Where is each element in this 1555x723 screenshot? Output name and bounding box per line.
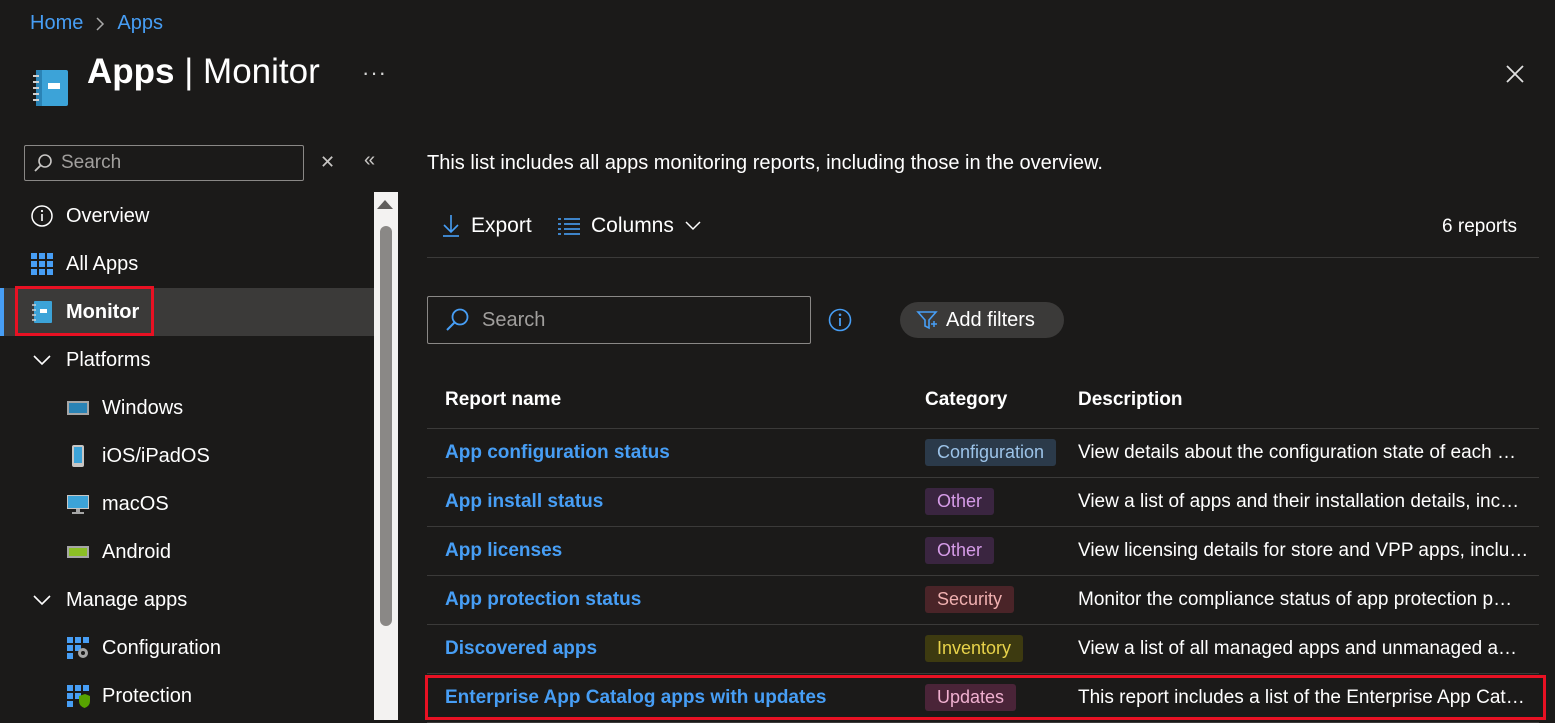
scrollbar-thumb[interactable]	[380, 226, 392, 626]
sidebar-search-placeholder: Search	[61, 152, 122, 173]
table-row[interactable]: App install status Other View a list of …	[427, 477, 1539, 527]
info-icon[interactable]	[828, 308, 852, 332]
add-filters-button[interactable]: Add filters	[900, 302, 1064, 338]
sidebar-item-all-apps[interactable]: All Apps	[0, 240, 374, 288]
intro-text: This list includes all apps monitoring r…	[427, 152, 1103, 174]
desktop-icon	[66, 492, 90, 516]
sidebar-item-label: Manage apps	[66, 588, 188, 611]
report-description: View licensing details for store and VPP…	[1078, 526, 1539, 576]
sidebar-item-windows[interactable]: Windows	[0, 384, 374, 432]
column-header-description[interactable]: Description	[1078, 372, 1539, 429]
column-header-report-name[interactable]: Report name	[427, 372, 925, 429]
report-link[interactable]: App configuration status	[445, 442, 670, 463]
grid-icon	[30, 252, 54, 276]
chevron-down-icon	[685, 221, 701, 231]
filter-icon	[916, 311, 938, 330]
highlight-enterprise-row	[425, 675, 1546, 720]
phone-icon	[66, 444, 90, 468]
report-count: 6 reports	[1442, 216, 1517, 237]
report-description: Monitor the compliance status of app pro…	[1078, 575, 1539, 625]
sidebar-item-label: Windows	[102, 396, 184, 419]
export-label: Export	[471, 214, 532, 237]
reports-search-input[interactable]: Search	[427, 296, 811, 344]
table-row[interactable]: Discovered apps Inventory View a list of…	[427, 624, 1539, 674]
page-title: Apps | Monitor	[87, 52, 320, 91]
category-badge: Other	[925, 537, 995, 564]
report-description: View details about the configuration sta…	[1078, 428, 1539, 478]
sidebar-nav: Overview All Apps Monitor Platforms Wind…	[0, 192, 374, 720]
sidebar-item-label: macOS	[102, 492, 169, 515]
close-icon[interactable]	[1503, 62, 1527, 86]
search-icon	[446, 308, 469, 331]
sidebar-item-ios[interactable]: iOS/iPadOS	[0, 432, 374, 480]
reports-table: Report name Category Description App con…	[427, 372, 1539, 723]
breadcrumb-home[interactable]: Home	[30, 12, 83, 35]
report-link[interactable]: App install status	[445, 491, 603, 512]
sidebar-item-label: All Apps	[66, 252, 139, 275]
chevron-down-icon	[30, 588, 54, 612]
table-row[interactable]: App configuration status Configuration V…	[427, 428, 1539, 478]
search-icon	[34, 154, 52, 172]
sidebar-item-platforms[interactable]: Platforms	[0, 336, 374, 384]
chevron-down-icon	[30, 348, 54, 372]
toolbar: Export Columns 6 reports	[427, 208, 1539, 258]
report-link[interactable]: App protection status	[445, 589, 641, 610]
columns-button[interactable]: Columns	[557, 214, 702, 238]
clear-search-button[interactable]: ✕	[320, 152, 335, 173]
column-header-category[interactable]: Category	[925, 372, 1078, 429]
windows-device-icon	[66, 396, 90, 420]
table-row[interactable]: App licenses Other View licensing detail…	[427, 526, 1539, 576]
sidebar-search-input[interactable]: Search	[24, 145, 304, 181]
report-link[interactable]: App licenses	[445, 540, 562, 561]
chevron-right-icon	[96, 16, 105, 31]
scroll-up-arrow-icon[interactable]	[377, 200, 393, 209]
report-description: View a list of apps and their installati…	[1078, 477, 1539, 527]
sidebar-item-label: Overview	[66, 204, 150, 227]
breadcrumb-apps[interactable]: Apps	[117, 12, 163, 35]
monitor-notebook-icon	[33, 70, 68, 106]
sidebar-item-label: Platforms	[66, 348, 151, 371]
category-badge: Inventory	[925, 635, 1024, 662]
sidebar-item-label: Android	[102, 540, 171, 563]
table-header-row: Report name Category Description	[427, 372, 1539, 429]
report-link[interactable]: Discovered apps	[445, 638, 597, 659]
columns-list-icon	[558, 218, 580, 235]
columns-label: Columns	[591, 214, 674, 237]
export-button[interactable]: Export	[441, 214, 532, 238]
sidebar-item-label: iOS/iPadOS	[102, 444, 210, 467]
sidebar-item-label: Protection	[102, 684, 193, 707]
category-badge: Security	[925, 586, 1015, 613]
report-description: View a list of all managed apps and unma…	[1078, 624, 1539, 674]
breadcrumb: Home Apps	[30, 12, 163, 35]
sidebar-item-android[interactable]: Android	[0, 528, 374, 576]
table-row[interactable]: App protection status Security Monitor t…	[427, 575, 1539, 625]
sidebar-item-configuration[interactable]: Configuration	[0, 624, 374, 672]
download-icon	[443, 215, 459, 237]
add-filters-label: Add filters	[946, 308, 1035, 331]
category-badge: Configuration	[925, 439, 1057, 466]
android-device-icon	[66, 540, 90, 564]
info-icon	[30, 204, 54, 228]
grid-shield-icon	[66, 684, 90, 708]
search-placeholder: Search	[482, 308, 546, 331]
sidebar-item-overview[interactable]: Overview	[0, 192, 374, 240]
sidebar-item-protection[interactable]: Protection	[0, 672, 374, 720]
sidebar-item-label: Configuration	[102, 636, 221, 659]
category-badge: Other	[925, 488, 995, 515]
sidebar-item-manage-apps[interactable]: Manage apps	[0, 576, 374, 624]
sidebar-item-macos[interactable]: macOS	[0, 480, 374, 528]
grid-gear-icon	[66, 636, 90, 660]
collapse-sidebar-button[interactable]: «	[364, 149, 375, 172]
more-options-button[interactable]: ···	[362, 60, 387, 86]
highlight-monitor	[15, 286, 154, 336]
